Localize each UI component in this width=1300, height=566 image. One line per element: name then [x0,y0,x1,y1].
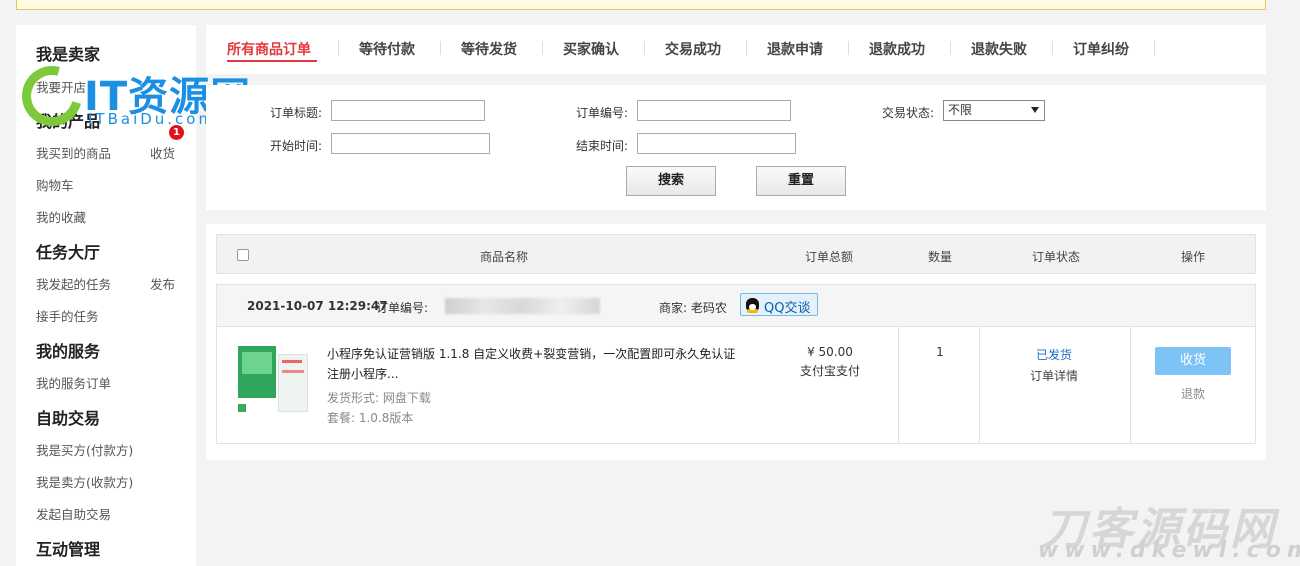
header-actions: 操作 [1181,250,1206,264]
sidebar-item-favorites[interactable]: 我的收藏 [36,207,86,226]
order-title-input[interactable] [331,100,485,121]
header-order-total: 订单总额 [805,250,854,264]
tab-divider [848,41,849,55]
tab-divider [1052,41,1053,55]
tab-awaiting-shipment[interactable]: 等待发货 [461,39,517,59]
refund-link[interactable]: 退款 [1155,385,1231,402]
qq-chat-button[interactable]: QQ交谈 [740,293,818,316]
product-title[interactable]: 小程序免认证营销版 1.1.8 自定义收费+裂变营销，一次配置即可永久免认证注册… [327,344,747,384]
sidebar-section-interaction: 互动管理 [36,540,101,559]
payment-method: 支付宝支付 [799,364,860,378]
chevron-down-icon [1031,107,1039,113]
end-time-label: 结束时间: [576,139,629,153]
header-order-status: 订单状态 [1032,250,1081,264]
order-number-label: 订单编号: [376,301,429,315]
qq-penguin-icon [746,298,759,313]
tab-all-orders[interactable]: 所有商品订单 [227,39,311,59]
receive-goods-button[interactable]: 收货 [1155,347,1231,375]
tab-divider [746,41,747,55]
product-thumbnail[interactable] [238,346,316,424]
order-number-label: 订单编号: [576,106,629,120]
sidebar-section-services: 我的服务 [36,342,101,361]
sidebar-item-bought[interactable]: 我买到的商品 [36,143,111,162]
start-time-label: 开始时间: [270,139,323,153]
trade-status-value: 不限 [948,103,973,117]
end-time-input[interactable] [637,133,796,154]
column-divider [979,327,980,444]
header-product-name: 商品名称 [480,250,529,264]
tab-divider [440,41,441,55]
tab-divider [1154,41,1155,55]
tab-disputes[interactable]: 订单纠纷 [1073,39,1129,59]
merchant-name: 商家: 老码农 [659,301,727,315]
sidebar-item-service-orders[interactable]: 我的服务订单 [36,373,111,392]
sidebar-section-tasks: 任务大厅 [36,243,101,262]
order-number-redacted [445,298,600,314]
tab-divider [644,41,645,55]
corner-watermark-url: www.dkewl.com [1038,538,1300,563]
logo-subtext: ITBaiDu.com [88,110,217,128]
order-list: 商品名称 订单总额 数量 订单状态 操作 2021-10-07 12:29:47… [206,224,1266,460]
trade-status-select[interactable]: 不限 [943,100,1045,121]
order-quantity: 1 [936,345,944,359]
notice-banner [16,0,1266,10]
active-tab-indicator [227,60,317,62]
order-detail-link[interactable]: 订单详情 [1019,367,1089,384]
select-all-checkbox[interactable] [237,249,249,261]
qq-chat-label: QQ交谈 [764,301,811,316]
tab-divider [950,41,951,55]
tab-refund-success[interactable]: 退款成功 [869,39,925,59]
order-tabs: 所有商品订单 等待付款 等待发货 买家确认 交易成功 退款申请 退款成功 退款失… [206,25,1266,74]
tab-completed[interactable]: 交易成功 [665,39,721,59]
tab-divider [338,41,339,55]
sidebar-item-buyer[interactable]: 我是买方(付款方) [36,440,133,459]
start-time-input[interactable] [331,133,490,154]
table-header: 商品名称 订单总额 数量 订单状态 操作 [216,234,1256,274]
tab-divider [542,41,543,55]
sidebar-item-cart[interactable]: 购物车 [36,175,74,194]
order-title-label: 订单标题: [270,106,323,120]
trade-status-label: 交易状态: [882,106,935,120]
header-quantity: 数量 [928,250,953,264]
tab-refund-failed[interactable]: 退款失败 [971,39,1027,59]
sidebar-item-my-tasks[interactable]: 我发起的任务 [36,274,111,293]
column-divider [1130,327,1131,444]
sidebar-item-receive[interactable]: 收货 [150,143,175,162]
sidebar-section-seller: 我是卖家 [36,45,101,64]
tab-buyer-confirm[interactable]: 买家确认 [563,39,619,59]
order-number-input[interactable] [637,100,791,121]
order-status-link[interactable]: 已发货 [1019,346,1089,363]
search-button[interactable]: 搜索 [626,166,716,196]
order-price: ¥ 50.00 [807,345,853,359]
order-row: 小程序免认证营销版 1.1.8 自定义收费+裂变营销，一次配置即可永久免认证注册… [216,327,1256,444]
column-divider [898,327,899,444]
reset-button[interactable]: 重置 [756,166,846,196]
order-header-row: 2021-10-07 12:29:47 订单编号: 商家: 老码农 QQ交谈 [216,284,1256,327]
sidebar-item-seller[interactable]: 我是卖方(收款方) [36,472,133,491]
tab-refund-request[interactable]: 退款申请 [767,39,823,59]
order-datetime: 2021-10-07 12:29:47 [247,299,388,313]
package-version: 套餐: 1.0.8版本 [327,411,414,425]
delivery-method: 发货形式: 网盘下载 [327,391,431,405]
sidebar-section-self-trade: 自助交易 [36,409,101,428]
sidebar-item-self-trade[interactable]: 发起自助交易 [36,504,111,523]
logo-ring-icon [11,55,93,137]
search-filter-panel: 订单标题: 订单编号: 交易状态: 不限 开始时间: 结束时间: 搜索 重置 [206,85,1266,210]
sidebar-item-taken-tasks[interactable]: 接手的任务 [36,306,99,325]
tab-awaiting-payment[interactable]: 等待付款 [359,39,415,59]
sidebar-item-publish[interactable]: 发布 [150,274,175,293]
